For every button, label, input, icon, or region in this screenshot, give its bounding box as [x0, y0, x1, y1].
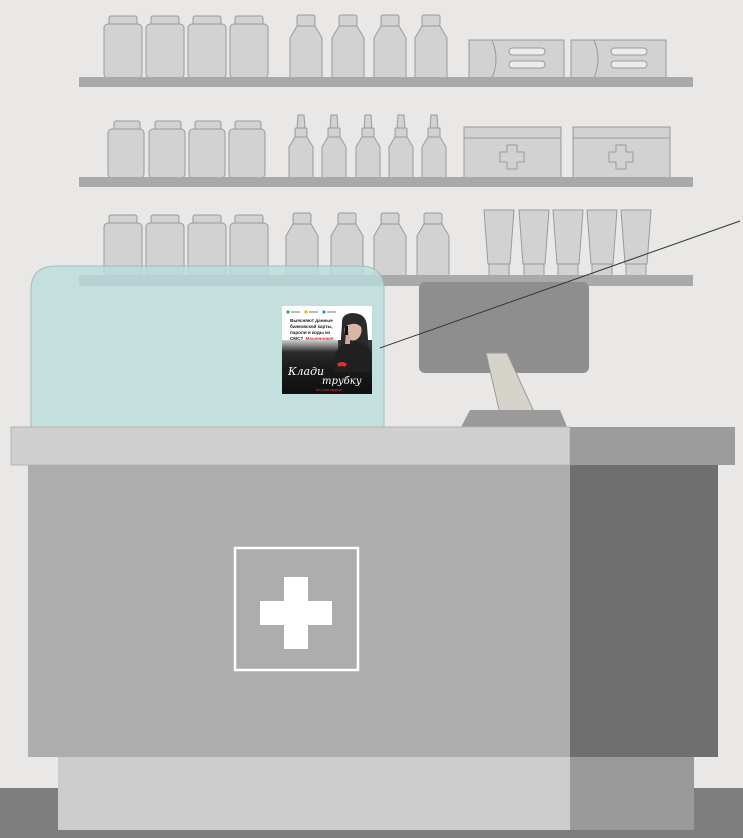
pill-box	[570, 39, 667, 79]
poster-brand-line1: Клади	[287, 365, 324, 378]
shelf-board	[79, 177, 693, 187]
jar	[188, 120, 226, 179]
counter-front-side	[570, 465, 718, 757]
tube-row	[483, 209, 652, 277]
anti-fraud-poster: Выясняют данные банковской карты, пароли…	[282, 306, 372, 394]
monitor-base	[460, 410, 568, 429]
poster-headline-accent: Мошенники!	[306, 336, 335, 341]
cream-tube	[552, 209, 584, 277]
svg-text:Выясняют данные банковск: Выясняют данные банковской карты, пароли…	[290, 318, 334, 341]
counter-top	[10, 426, 571, 466]
phone-handset-icon	[345, 326, 348, 335]
jar	[148, 120, 186, 179]
poster-headline-line: банковской карты,	[290, 323, 333, 329]
jar	[187, 15, 227, 79]
poster-headline-line: пароли и коды из	[290, 330, 331, 335]
poster-headline-line: СМС?	[290, 336, 303, 341]
pharmacy-scene: Выясняют данные банковской карты, пароли…	[0, 0, 743, 838]
cream-tube	[518, 209, 550, 277]
counter-base	[58, 756, 570, 830]
counter-base-side	[570, 756, 694, 830]
poster-headline-line: Выясняют данные	[290, 318, 333, 323]
jar	[103, 15, 143, 79]
jar	[229, 15, 269, 79]
cream-tube	[620, 209, 652, 277]
medicine-box	[572, 126, 671, 179]
poster-footer: Без разговоров	[316, 388, 342, 392]
jar	[107, 120, 145, 179]
poster-brand-line2: трубку	[322, 376, 362, 387]
shelf-board	[79, 77, 693, 87]
pill-box	[468, 39, 565, 79]
cream-tube	[483, 209, 515, 277]
jar	[228, 120, 266, 179]
medicine-box	[463, 126, 562, 179]
jar	[145, 15, 185, 79]
counter-top-side	[570, 427, 735, 465]
